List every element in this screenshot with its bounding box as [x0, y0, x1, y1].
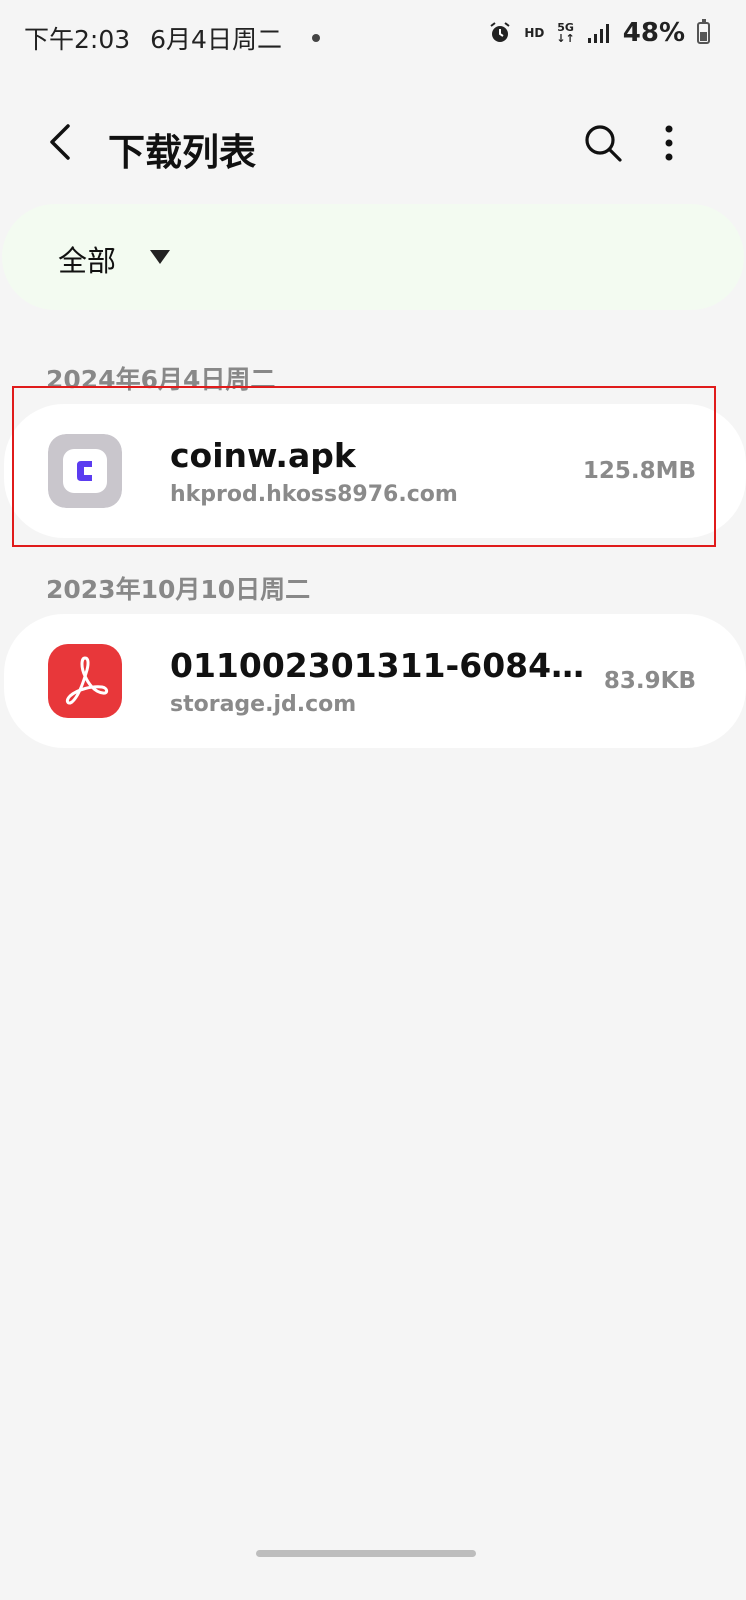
notification-dot-icon	[311, 34, 320, 42]
more-options-icon[interactable]	[650, 120, 688, 166]
status-time: 下午2:03	[24, 25, 131, 54]
dropdown-arrow-icon	[150, 250, 170, 264]
network-type: 5G	[557, 21, 574, 34]
hd-indicator: HD	[524, 26, 545, 40]
filter-label: 全部	[58, 244, 117, 278]
alarm-icon	[490, 22, 510, 42]
pdf-file-icon	[48, 644, 122, 718]
file-source: storage.jd.com	[170, 692, 357, 717]
back-arrow-icon[interactable]	[40, 120, 84, 164]
status-bar: 下午2:03 6月4日周二 HD 5G ↓↑ 48%	[0, 0, 746, 72]
network-indicator: 5G ↓↑	[556, 21, 575, 45]
section-date-header: 2023年10月10日周二	[46, 575, 311, 604]
status-date: 6月4日周二	[150, 25, 282, 54]
app-bar: 下载列表	[0, 100, 746, 190]
search-icon[interactable]	[580, 120, 626, 166]
download-item[interactable]: 011002301311-6084291... storage.jd.com 8…	[4, 614, 746, 748]
signal-icon	[587, 24, 609, 43]
home-indicator[interactable]	[256, 1550, 476, 1557]
filter-dropdown[interactable]: 全部	[2, 204, 744, 310]
page-title: 下载列表	[108, 131, 256, 174]
battery-percent: 48%	[622, 18, 685, 48]
file-name: 011002301311-6084291...	[170, 646, 588, 685]
highlight-box	[12, 386, 716, 547]
battery-icon	[697, 19, 710, 44]
file-size: 83.9KB	[603, 668, 696, 694]
